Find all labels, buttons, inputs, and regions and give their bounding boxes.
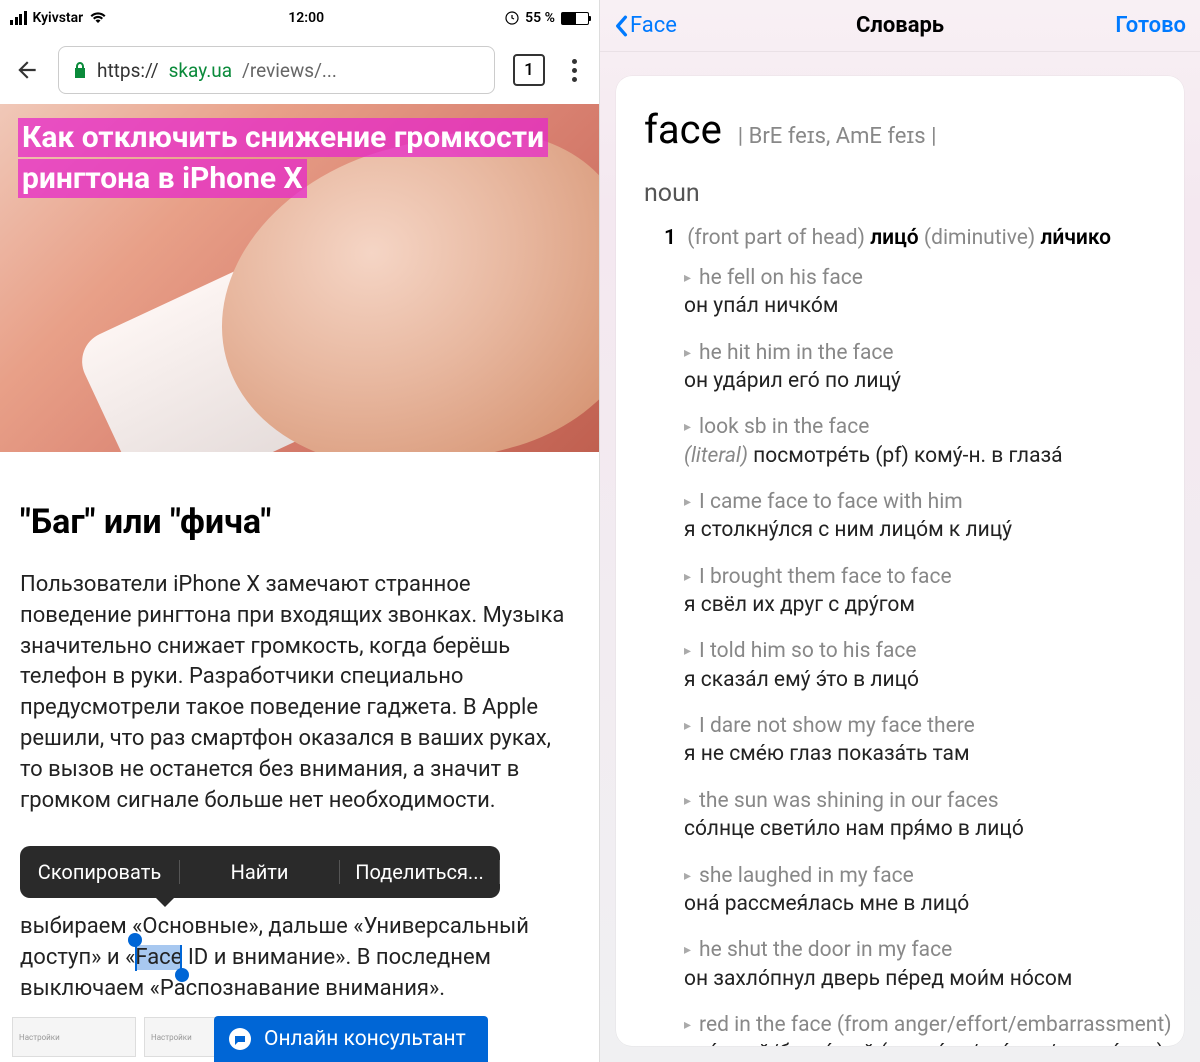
hero-title: Как отключить снижение громкости рингтон… — [18, 118, 548, 198]
example-item: ▸he fell on his faceон упа́л ничко́м — [684, 264, 1184, 321]
rotation-lock-icon — [505, 11, 519, 25]
copy-action[interactable]: Скопировать — [20, 860, 180, 884]
example-item: ▸she laughed in my faceона́ рассмея́лась… — [684, 862, 1184, 919]
carrier-label: Kyivstar — [33, 10, 84, 26]
article-subheading: "Баг" или "фича" — [20, 502, 579, 542]
article-body[interactable]: Пользователи iPhone X замечают странное … — [20, 570, 579, 816]
dict-title: Словарь — [856, 13, 944, 38]
sense-line: 1 (front part of head) лицо́ (diminutive… — [644, 226, 1184, 250]
phonetic: | BrE feɪs, AmE feɪs | — [738, 124, 937, 149]
part-of-speech: noun — [644, 179, 1184, 208]
chat-icon — [228, 1027, 252, 1051]
example-item: ▸I dare not show my face thereя не сме́ю… — [684, 712, 1184, 769]
article-hero: Как отключить снижение громкости рингтон… — [0, 104, 599, 452]
url-scheme: https:// — [97, 59, 159, 82]
tabs-button[interactable]: 1 — [513, 54, 545, 86]
example-item: ▸I told him so to his faceя сказа́л ему́… — [684, 637, 1184, 694]
dict-done-button[interactable]: Готово — [1115, 13, 1186, 38]
lock-icon — [73, 62, 87, 78]
browser-toolbar: https:// skay.ua/reviews/... 1 — [0, 36, 599, 104]
back-button[interactable] — [14, 57, 40, 83]
dictionary-navbar: Face Словарь Готово — [600, 0, 1200, 52]
url-path: /reviews/... — [242, 59, 337, 82]
chevron-left-icon — [614, 15, 628, 37]
example-item: ▸he shut the door in my faceон захло́пну… — [684, 936, 1184, 993]
battery-pct: 55 % — [525, 10, 555, 26]
selected-text[interactable]: Face — [135, 945, 182, 970]
article-body-2[interactable]: выбираем «Основные», дальше «Универсальн… — [20, 912, 579, 1004]
headword: face — [644, 106, 722, 153]
example-item: ▸I came face to face with himя столкну́л… — [684, 488, 1184, 545]
url-domain: skay.ua — [169, 59, 232, 82]
example-item: ▸he hit him in the faceон уда́рил его́ п… — [684, 339, 1184, 396]
example-item: ▸I brought them face to faceя свёл их др… — [684, 563, 1184, 620]
menu-button[interactable] — [563, 59, 585, 82]
signal-icon — [10, 11, 27, 25]
status-bar: Kyivstar 12:00 55 % — [0, 0, 599, 36]
dict-back-button[interactable]: Face — [614, 13, 677, 38]
thumbnail[interactable]: Настройки — [12, 1017, 136, 1057]
chat-widget[interactable]: Онлайн консультант — [214, 1016, 488, 1062]
find-action[interactable]: Найти — [180, 860, 340, 884]
clock: 12:00 — [288, 10, 324, 26]
text-selection-popup: Скопировать Найти Поделиться... — [20, 846, 500, 898]
battery-icon — [561, 12, 589, 25]
example-item: ▸the sun was shining in our facesсо́лнце… — [684, 787, 1184, 844]
share-action[interactable]: Поделиться... — [340, 860, 500, 884]
example-item: ▸red in the face (from anger/effort/emba… — [684, 1011, 1184, 1046]
address-bar[interactable]: https:// skay.ua/reviews/... — [58, 46, 495, 94]
dictionary-card[interactable]: face | BrE feɪs, AmE feɪs | noun 1 (fron… — [616, 76, 1184, 1046]
wifi-icon — [89, 11, 107, 25]
example-item: ▸look sb in the face(literal) посмотре́т… — [684, 413, 1184, 470]
